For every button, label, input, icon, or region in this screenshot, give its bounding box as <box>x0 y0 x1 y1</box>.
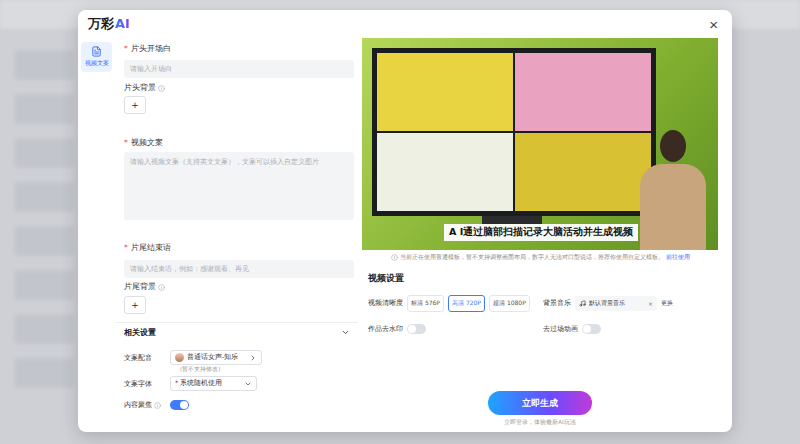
font-select[interactable]: * 系统随机使用 <box>170 376 257 391</box>
setting-label: 文案配音 <box>124 353 164 363</box>
voice-select[interactable]: 普通话女声-知乐 <box>170 350 262 365</box>
field-label: 片尾背景 <box>124 282 354 292</box>
tv-tile <box>515 53 651 131</box>
generate-area: 立即生成立即登录，体验最新AI玩法 <box>362 391 718 426</box>
focus-row: 内容聚焦 <box>124 400 354 410</box>
voice-avatar-icon <box>175 353 184 362</box>
preview-panel: A I通过脑部扫描记录大脑活动并生成视频当前正在使用普通模板，暂不支持调整画面布… <box>362 38 718 432</box>
video-preview: A I通过脑部扫描记录大脑活动并生成视频 <box>362 38 718 250</box>
field-label: *片尾结束语 <box>124 243 354 253</box>
quality-option[interactable]: 超清 1080P <box>489 295 530 312</box>
field-label: *视频文案 <box>124 138 354 148</box>
setting-label: 文案字体 <box>124 379 164 389</box>
field-label: *片头开场白 <box>124 44 354 54</box>
setting-label: 内容聚焦 <box>124 400 164 410</box>
template-notice: 当前正在使用普通模板，暂不支持调整画面布局，数字人无法对口型说话，推荐你使用自定… <box>362 254 718 261</box>
quality-group: 视频清晰度标清 576P高清 720P超清 1080P <box>368 295 543 312</box>
music-note-icon <box>579 300 586 307</box>
text-input[interactable]: 请输入开场白 <box>124 60 354 78</box>
video-settings-row: 作品去水印去过场动画 <box>362 324 718 334</box>
field-label: 片头背景 <box>124 83 354 93</box>
logo-mark: AI <box>115 16 130 31</box>
music-field[interactable]: 默认背景音乐× <box>575 296 657 311</box>
chevron-right-icon <box>249 354 257 362</box>
info-icon <box>158 85 165 92</box>
close-button[interactable]: × <box>707 17 720 32</box>
video-dialog: 万彩AI × 视频文案 *片头开场白请输入开场白片头背景 + *视频文案请输入视频文案（支… <box>78 10 732 432</box>
video-settings-row: 视频清晰度标清 576P高清 720P超清 1080P背景音乐默认背景音乐×更换 <box>362 295 718 312</box>
info-icon <box>154 402 161 409</box>
dialog-body: 视频文案 *片头开场白请输入开场白片头背景 + *视频文案请输入视频文案（支持英文文案… <box>78 38 732 432</box>
voice-row: 文案配音普通话女声-知乐 <box>124 350 354 365</box>
dialog-header: 万彩AI × <box>78 10 732 38</box>
tv-tile <box>515 133 651 211</box>
chevron-down-icon <box>244 380 252 388</box>
tv-stand <box>482 216 542 224</box>
video-settings-title: 视频设置 <box>362 273 718 285</box>
quality-option[interactable]: 高清 720P <box>448 295 485 312</box>
side-nav: 视频文案 <box>78 38 115 432</box>
video-caption: A I通过脑部扫描记录大脑活动并生成视频 <box>444 224 638 241</box>
info-icon <box>391 254 398 261</box>
toggle-group: 作品去水印 <box>368 324 543 334</box>
music-clear-button[interactable]: × <box>648 300 653 307</box>
text-area[interactable]: 请输入视频文案（支持英文文案），文案可以插入自定义图片 <box>124 152 354 220</box>
presenter-figure <box>638 130 708 250</box>
music-group: 背景音乐默认背景音乐×更换 <box>543 296 712 311</box>
settings-header[interactable]: 相关设置 <box>115 322 358 342</box>
chevron-down-icon <box>341 328 350 337</box>
focus-toggle[interactable] <box>170 400 189 410</box>
music-change-button[interactable]: 更换 <box>661 299 673 308</box>
generate-hint: 立即登录，体验最新AI玩法 <box>504 419 575 426</box>
presenter-body <box>640 164 706 250</box>
logo: 万彩AI <box>88 15 130 33</box>
toggle-group: 去过场动画 <box>543 324 712 334</box>
document-icon <box>91 46 102 57</box>
tv-tile <box>377 133 513 211</box>
tv-picture <box>372 48 656 216</box>
setting-toggle[interactable] <box>582 324 601 334</box>
quality-option[interactable]: 标清 576P <box>407 295 444 312</box>
setting-toggle[interactable] <box>407 324 426 334</box>
presenter-head <box>660 130 686 162</box>
script-form: *片头开场白请输入开场白片头背景 + *视频文案请输入视频文案（支持英文文案），文案… <box>115 38 358 432</box>
upload-button[interactable]: + <box>124 296 146 314</box>
voice-hint: (暂不支持修改) <box>180 366 354 373</box>
nav-item[interactable]: 视频文案 <box>81 42 112 72</box>
text-input[interactable]: 请输入结束语，例如：感谢观看、再见 <box>124 260 354 278</box>
tv-tile <box>377 53 513 131</box>
page: 万彩AI × 视频文案 *片头开场白请输入开场白片头背景 + *视频文案请输入视频文案（支… <box>0 0 800 444</box>
notice-link[interactable]: 前往使用 <box>666 254 690 261</box>
upload-button[interactable]: + <box>124 96 146 114</box>
generate-button[interactable]: 立即生成 <box>488 391 592 415</box>
info-icon <box>158 284 165 291</box>
font-row: 文案字体 * 系统随机使用 <box>124 376 354 391</box>
